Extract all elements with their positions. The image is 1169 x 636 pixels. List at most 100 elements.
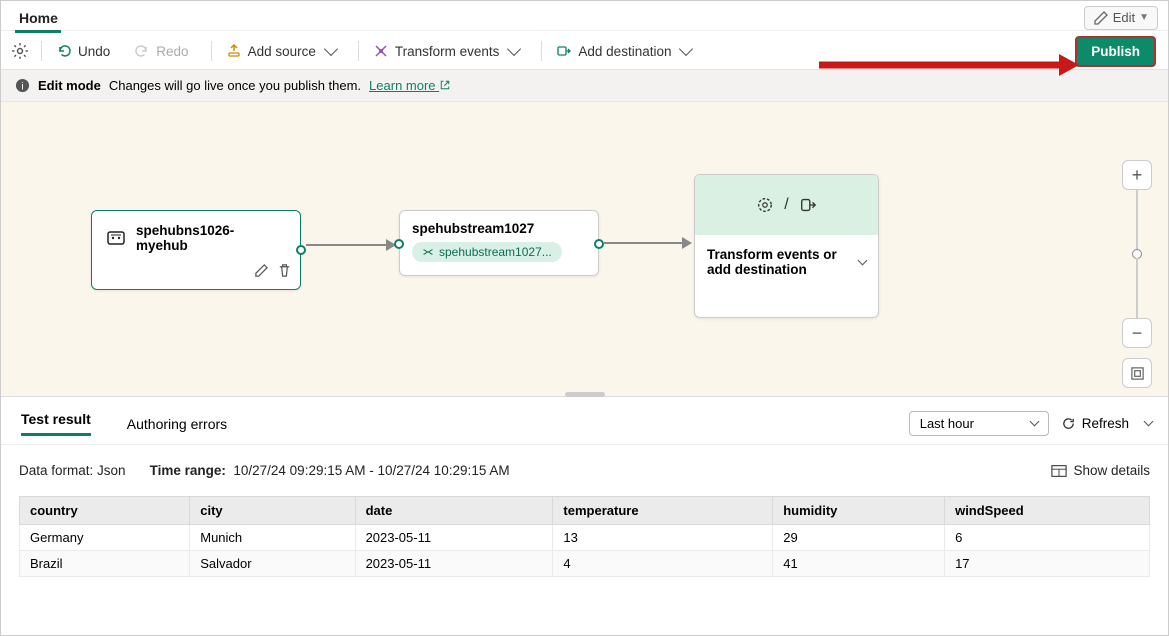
stream-icon: [422, 246, 434, 258]
stream-tag-label: spehubstream1027...: [439, 245, 552, 259]
table-cell: 6: [945, 525, 1150, 551]
data-format-value: Json: [97, 463, 126, 478]
edit-label: Edit: [1113, 10, 1135, 25]
output-port[interactable]: [296, 245, 306, 255]
action-node-header: /: [695, 175, 878, 235]
chevron-down-icon[interactable]: [1144, 417, 1154, 427]
separator: [541, 41, 542, 61]
edit-button[interactable]: Edit ▼: [1084, 6, 1158, 30]
input-port[interactable]: [394, 239, 404, 249]
table-cell: Germany: [20, 525, 190, 551]
time-range-label: Time range:: [150, 463, 226, 478]
info-icon: i: [15, 78, 30, 93]
trash-icon: [277, 263, 292, 278]
edge: [306, 244, 392, 246]
fit-button[interactable]: [1122, 358, 1152, 388]
zoom-track: [1136, 258, 1138, 318]
column-header[interactable]: date: [355, 497, 553, 525]
undo-button[interactable]: Undo: [48, 39, 118, 63]
transform-button[interactable]: Transform events: [365, 39, 528, 63]
table-cell: 13: [553, 525, 773, 551]
column-header[interactable]: windSpeed: [945, 497, 1150, 525]
redo-button[interactable]: Redo: [126, 39, 196, 63]
table-row[interactable]: GermanyMunich2023-05-1113296: [20, 525, 1150, 551]
add-destination-button[interactable]: Add destination: [548, 39, 699, 63]
table-cell: Brazil: [20, 551, 190, 577]
separator: [358, 41, 359, 61]
refresh-button[interactable]: Refresh: [1061, 416, 1129, 431]
output-port[interactable]: [594, 239, 604, 249]
results-table: countrycitydatetemperaturehumiditywindSp…: [19, 496, 1150, 577]
time-range-text: 10/27/24 09:29:15 AM - 10/27/24 10:29:15…: [233, 463, 509, 478]
redo-label: Redo: [156, 44, 188, 59]
chevron-down-icon[interactable]: [858, 255, 868, 265]
table-cell: 2023-05-11: [355, 551, 553, 577]
pencil-icon: [1093, 10, 1109, 26]
column-header[interactable]: temperature: [553, 497, 773, 525]
zoom-out-button[interactable]: −: [1122, 318, 1152, 348]
table-cell: Munich: [190, 525, 355, 551]
add-source-button[interactable]: Add source: [218, 39, 344, 63]
source-node-label: spehubns1026-myehub: [136, 223, 286, 253]
arrowhead-icon: [682, 237, 692, 249]
table-cell: 17: [945, 551, 1150, 577]
export-icon: [799, 196, 817, 214]
chevron-down-icon: [507, 42, 521, 56]
transform-icon: [373, 43, 389, 59]
refresh-icon: [1061, 416, 1076, 431]
chevron-down-icon: [324, 42, 338, 56]
action-node[interactable]: / Transform events or add destination: [694, 174, 879, 318]
table-cell: 2023-05-11: [355, 525, 553, 551]
stream-tag: spehubstream1027...: [412, 242, 562, 262]
canvas[interactable]: spehubns1026-myehub spehubstream1027 spe…: [1, 102, 1168, 397]
delete-node-button[interactable]: [277, 263, 292, 283]
tab-authoring-errors[interactable]: Authoring errors: [123, 408, 231, 440]
add-source-label: Add source: [248, 44, 316, 59]
table-cell: 29: [773, 525, 945, 551]
add-destination-icon: [556, 43, 572, 59]
source-node[interactable]: spehubns1026-myehub: [91, 210, 301, 290]
edge: [604, 242, 686, 244]
zoom-in-button[interactable]: +: [1122, 160, 1152, 190]
chevron-down-icon: [679, 42, 693, 56]
chevron-down-icon: [1029, 417, 1039, 427]
column-header[interactable]: country: [20, 497, 190, 525]
action-node-label: Transform events or add destination: [707, 247, 837, 277]
tab-test-result[interactable]: Test result: [17, 403, 95, 444]
gear-icon: [11, 42, 29, 60]
settings-button[interactable]: [11, 42, 29, 60]
eventhub-icon: [106, 228, 126, 248]
undo-label: Undo: [78, 44, 110, 59]
time-range-value: Last hour: [920, 416, 974, 431]
table-cell: 41: [773, 551, 945, 577]
refresh-label: Refresh: [1082, 416, 1129, 431]
bottom-panel: Test result Authoring errors Last hour R…: [1, 397, 1168, 577]
stream-node[interactable]: spehubstream1027 spehubstream1027...: [399, 210, 599, 276]
info-bar: i Edit mode Changes will go live once yo…: [1, 70, 1168, 102]
caret-down-icon: ▼: [1139, 12, 1149, 23]
table-cell: 4: [553, 551, 773, 577]
column-header[interactable]: humidity: [773, 497, 945, 525]
tab-home[interactable]: Home: [15, 8, 62, 28]
data-format-label: Data format:: [19, 463, 93, 478]
transform-label: Transform events: [395, 44, 500, 59]
toolbar: Undo Redo Add source Transform events Ad…: [1, 33, 1168, 70]
separator: [211, 41, 212, 61]
svg-text:i: i: [21, 81, 23, 92]
column-header[interactable]: city: [190, 497, 355, 525]
learn-more-link[interactable]: Learn more: [369, 78, 451, 93]
slash: /: [784, 196, 788, 214]
table-row[interactable]: BrazilSalvador2023-05-1144117: [20, 551, 1150, 577]
edit-node-button[interactable]: [254, 263, 269, 283]
show-details-label: Show details: [1073, 463, 1150, 478]
info-text: Changes will go live once you publish th…: [109, 78, 361, 93]
show-details-button[interactable]: Show details: [1051, 463, 1150, 478]
transform-icon: [756, 196, 774, 214]
add-source-icon: [226, 43, 242, 59]
separator: [41, 41, 42, 61]
publish-button[interactable]: Publish: [1075, 36, 1156, 67]
time-range-dropdown[interactable]: Last hour: [909, 411, 1049, 436]
info-title: Edit mode: [38, 78, 101, 93]
zoom-controls: + −: [1122, 160, 1152, 388]
external-link-icon: [439, 79, 451, 91]
